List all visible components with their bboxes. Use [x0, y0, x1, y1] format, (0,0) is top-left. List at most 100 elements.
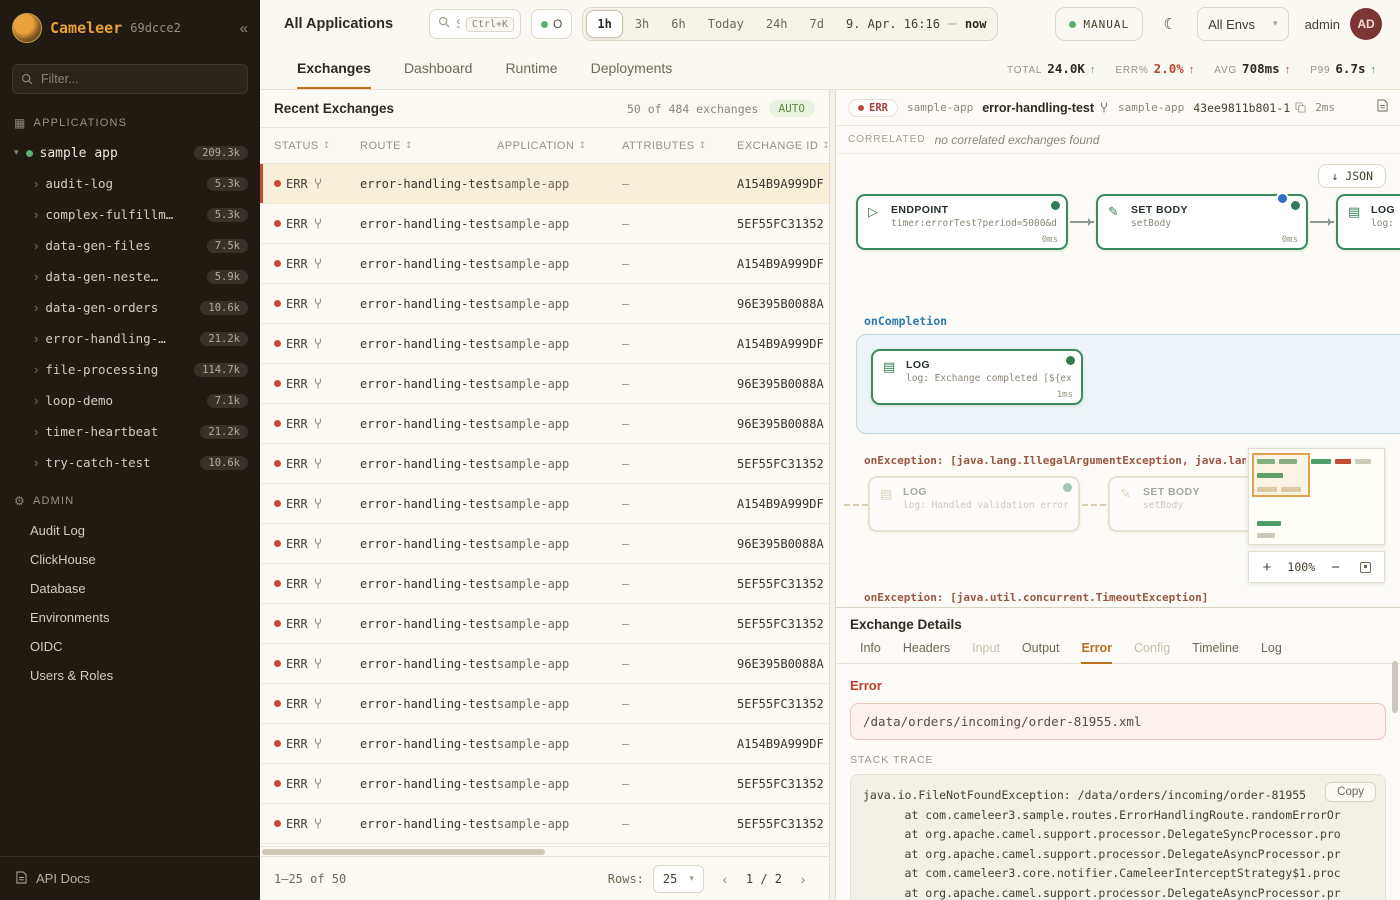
environment-select[interactable]: All Envs ▾: [1197, 7, 1289, 41]
route-cell: error-handling-test: [360, 497, 497, 511]
flow-node-log[interactable]: ▤ LOG log: Sta: [1336, 194, 1400, 250]
sidebar-route-data-gen-neste[interactable]: › data-gen-neste… 5.9k: [0, 261, 260, 292]
api-docs-link[interactable]: API Docs: [0, 856, 260, 900]
copy-button[interactable]: Copy: [1325, 782, 1376, 802]
route-cell: error-handling-test: [360, 737, 497, 751]
sidebar-admin-clickhouse[interactable]: ClickHouse: [0, 545, 260, 574]
sidebar-route-complex-fulfillm[interactable]: › complex-fulfillm… 5.3k: [0, 199, 260, 230]
sidebar-route-loop-demo[interactable]: › loop-demo 7.1k: [0, 385, 260, 416]
column-header-route[interactable]: ROUTE ↕: [360, 140, 497, 152]
flow-node-log[interactable]: ▤ LOG log: Handled validation error: ${e…: [868, 476, 1080, 532]
exchange-row[interactable]: ERR error-handling-test sample-app — A15…: [260, 244, 829, 284]
sidebar-route-data-gen-orders[interactable]: › data-gen-orders 10.6k: [0, 292, 260, 323]
tab-deployments[interactable]: Deployments: [591, 48, 673, 89]
time-range-24h[interactable]: 24h: [756, 10, 798, 38]
exchange-row[interactable]: ERR error-handling-test sample-app — 96E…: [260, 644, 829, 684]
exchange-row[interactable]: ERR error-handling-test sample-app — A15…: [260, 324, 829, 364]
sidebar-app-sample-app[interactable]: ▾ sample app 209.3k: [0, 138, 260, 168]
flow-minimap[interactable]: [1248, 448, 1385, 545]
prev-page-button[interactable]: ‹: [713, 867, 737, 891]
stack-trace-label: STACK TRACE: [850, 754, 1386, 766]
exchange-row[interactable]: ERR error-handling-test sample-app — 5EF…: [260, 804, 829, 844]
time-range-7d[interactable]: 7d: [800, 10, 834, 38]
refresh-mode-button[interactable]: MANUAL: [1055, 7, 1143, 41]
details-tab-log[interactable]: Log: [1261, 637, 1282, 664]
sidebar-route-error-handling[interactable]: › error-handling-… 21.2k: [0, 323, 260, 354]
fit-view-button[interactable]: [1356, 557, 1376, 577]
status-cell: ERR: [274, 657, 360, 671]
auto-refresh-badge[interactable]: AUTO: [769, 100, 816, 117]
zoom-out-button[interactable]: −: [1326, 557, 1346, 577]
details-tab-config[interactable]: Config: [1134, 637, 1170, 664]
route-flow-canvas[interactable]: ↓ JSON onCompletion ▤ LOG log: Exchange …: [836, 154, 1400, 607]
zoom-in-button[interactable]: +: [1257, 557, 1277, 577]
flow-node-endpoint[interactable]: ▷ ENDPOINT timer:errorTest?period=5000&d…: [856, 194, 1068, 250]
horizontal-scrollbar-thumb[interactable]: [262, 849, 545, 855]
exchange-row[interactable]: ERR error-handling-test sample-app — 96E…: [260, 404, 829, 444]
tab-exchanges[interactable]: Exchanges: [297, 48, 371, 89]
time-range-6h[interactable]: 6h: [661, 10, 695, 38]
error-dot: [274, 180, 281, 187]
details-tab-input[interactable]: Input: [972, 637, 1000, 664]
tab-dashboard[interactable]: Dashboard: [404, 48, 473, 89]
copy-icon[interactable]: [1295, 102, 1306, 113]
exchange-row[interactable]: ERR error-handling-test sample-app — 96E…: [260, 364, 829, 404]
exchange-row[interactable]: ERR error-handling-test sample-app — 96E…: [260, 284, 829, 324]
details-tab-info[interactable]: Info: [860, 637, 881, 664]
exchanges-count: 50 of 484 exchanges: [627, 102, 759, 116]
flow-node-set-body[interactable]: ✎ SET BODY setBody 0ms: [1096, 194, 1308, 250]
sidebar-filter-input[interactable]: [12, 64, 248, 94]
application-cell: sample-app: [497, 617, 622, 631]
horizontal-scrollbar[interactable]: [260, 846, 829, 856]
exchange-row[interactable]: ERR error-handling-test sample-app — 5EF…: [260, 604, 829, 644]
details-tab-timeline[interactable]: Timeline: [1192, 637, 1239, 664]
sidebar-route-timer-heartbeat[interactable]: › timer-heartbeat 21.2k: [0, 416, 260, 447]
details-tab-headers[interactable]: Headers: [903, 637, 950, 664]
route-cell: error-handling-test: [360, 617, 497, 631]
next-page-button[interactable]: ›: [791, 867, 815, 891]
exchange-row[interactable]: ERR error-handling-test sample-app — A15…: [260, 164, 829, 204]
user-avatar[interactable]: AD: [1350, 8, 1382, 40]
sidebar-collapse-button[interactable]: «: [240, 20, 248, 37]
date-range-start[interactable]: 9. Apr. 16:16: [846, 17, 940, 31]
sidebar-route-try-catch-test[interactable]: › try-catch-test 10.6k: [0, 447, 260, 478]
document-icon[interactable]: [1377, 99, 1388, 117]
sidebar-route-data-gen-files[interactable]: › data-gen-files 7.5k: [0, 230, 260, 261]
column-header-status[interactable]: STATUS ↕: [274, 140, 360, 152]
column-header-application[interactable]: APPLICATION ↕: [497, 140, 622, 152]
sidebar-admin-oidc[interactable]: OIDC: [0, 632, 260, 661]
sidebar-admin-environments[interactable]: Environments: [0, 603, 260, 632]
time-range-today[interactable]: Today: [698, 10, 754, 38]
vertical-scrollbar-thumb[interactable]: [1392, 661, 1398, 713]
sidebar-admin-audit-log[interactable]: Audit Log: [0, 516, 260, 545]
minimap-viewport[interactable]: [1252, 453, 1310, 497]
exchange-row[interactable]: ERR error-handling-test sample-app — 5EF…: [260, 204, 829, 244]
column-header-exchange-id[interactable]: EXCHANGE ID ↕: [737, 140, 829, 152]
exchange-row[interactable]: ERR error-handling-test sample-app — A15…: [260, 484, 829, 524]
sidebar-route-file-processing[interactable]: › file-processing 114.7k: [0, 354, 260, 385]
search-input[interactable]: S... Ctrl+K: [429, 9, 521, 39]
rows-per-page-select[interactable]: 25 ▾: [653, 865, 704, 893]
column-header-attributes[interactable]: ATTRIBUTES ↕: [622, 140, 737, 152]
date-range-end[interactable]: now: [965, 17, 987, 31]
dark-mode-toggle[interactable]: ☾: [1153, 7, 1187, 41]
sidebar-route-audit-log[interactable]: › audit-log 5.3k: [0, 168, 260, 199]
fork-icon: [313, 538, 323, 549]
sidebar-admin-users-roles[interactable]: Users & Roles: [0, 661, 260, 690]
tab-runtime[interactable]: Runtime: [505, 48, 557, 89]
application-cell: sample-app: [497, 577, 622, 591]
sidebar-admin-database[interactable]: Database: [0, 574, 260, 603]
exchange-row[interactable]: ERR error-handling-test sample-app — 96E…: [260, 524, 829, 564]
exchange-row[interactable]: ERR error-handling-test sample-app — A15…: [260, 724, 829, 764]
exchange-row[interactable]: ERR error-handling-test sample-app — 5EF…: [260, 764, 829, 804]
details-tab-output[interactable]: Output: [1022, 637, 1060, 664]
flow-node-log[interactable]: ▤ LOG log: Exchange completed [${exchan …: [871, 349, 1083, 405]
details-tab-error[interactable]: Error: [1081, 637, 1112, 664]
exchange-row[interactable]: ERR error-handling-test sample-app — 5EF…: [260, 564, 829, 604]
download-json-button[interactable]: ↓ JSON: [1318, 164, 1386, 188]
exchange-row[interactable]: ERR error-handling-test sample-app — 5EF…: [260, 684, 829, 724]
exchange-row[interactable]: ERR error-handling-test sample-app — 5EF…: [260, 444, 829, 484]
time-range-1h[interactable]: 1h: [586, 10, 622, 38]
errors-only-toggle[interactable]: O: [531, 9, 572, 39]
time-range-3h[interactable]: 3h: [625, 10, 659, 38]
